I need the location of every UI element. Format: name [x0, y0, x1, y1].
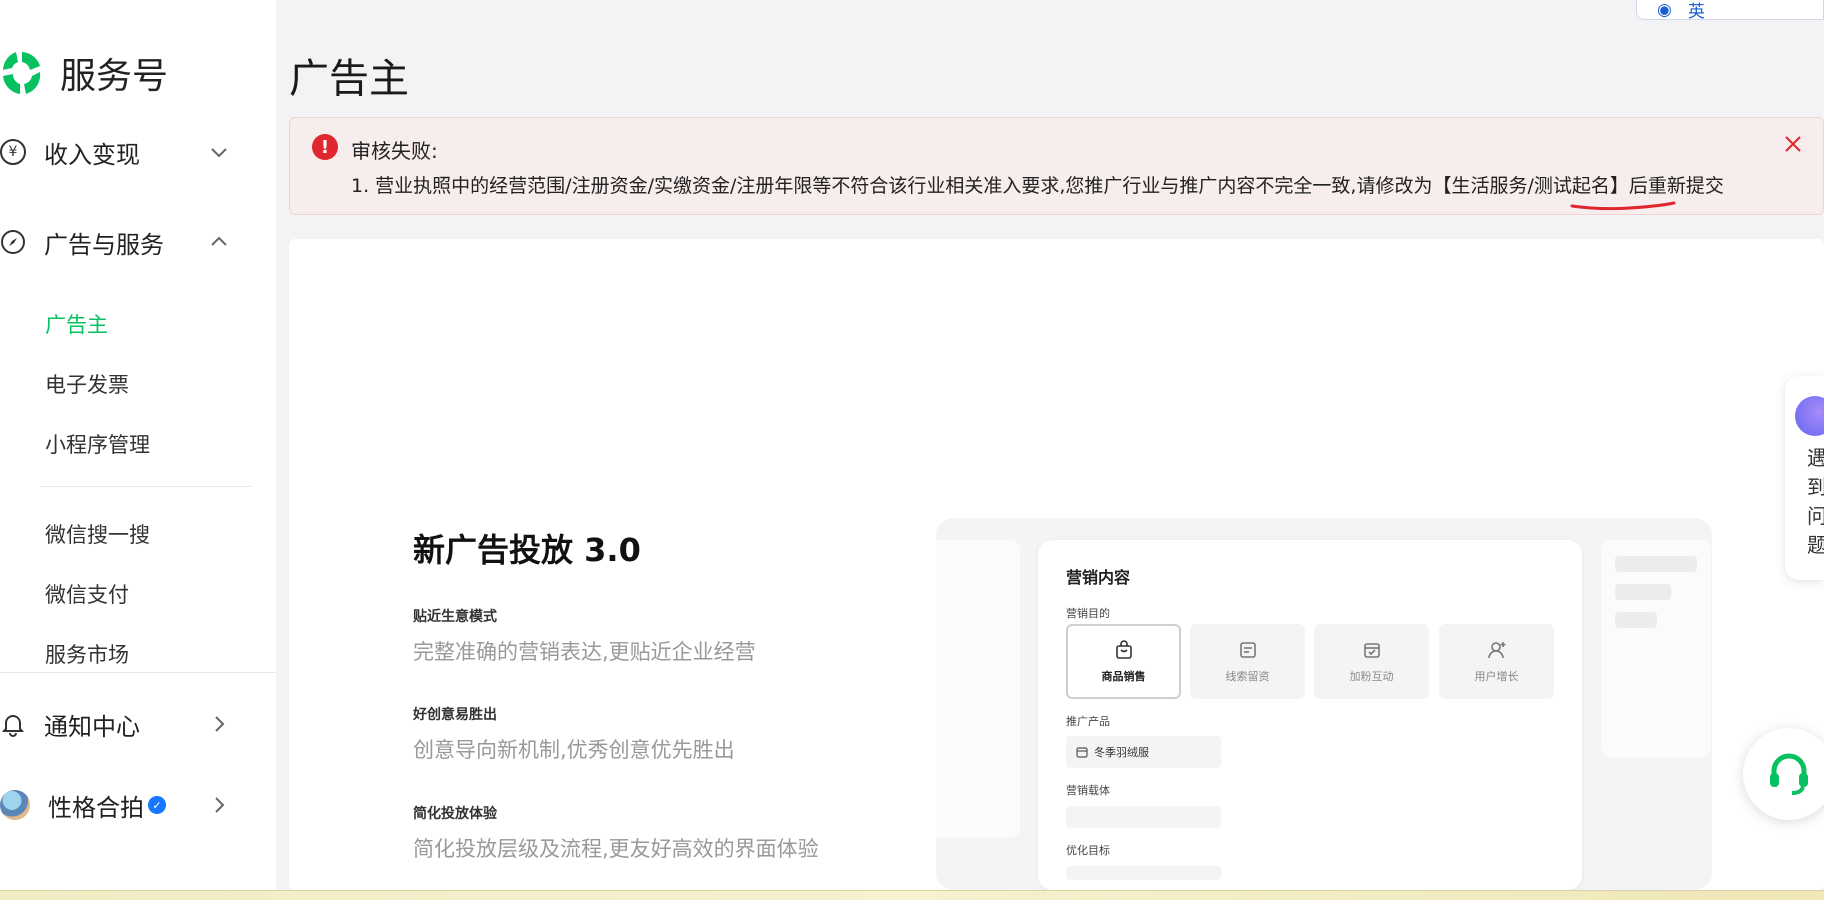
bell-icon — [1, 715, 25, 737]
ime-logo-icon: ◉ — [1657, 0, 1672, 20]
account-name: 性格合拍 — [48, 793, 144, 822]
optimize-field[interactable] — [1066, 866, 1221, 880]
calendar-check-icon — [1363, 642, 1380, 658]
placeholder-bar — [1615, 584, 1671, 600]
sidebar-item-miniprogram[interactable]: 小程序管理 — [45, 429, 150, 459]
carrier-label: 营销载体 — [1066, 784, 1110, 797]
customer-service-button[interactable] — [1743, 728, 1824, 820]
preview-left-panel — [936, 540, 1020, 838]
optimize-label: 优化目标 — [1066, 844, 1110, 857]
logo-text: 服务号 — [60, 56, 169, 97]
taskbar — [0, 890, 1824, 900]
goal-label-text: 用户增长 — [1474, 669, 1519, 683]
feature-desc: 创意导向新机制,优秀创意优先胜出 — [413, 738, 735, 762]
sidebar-item-einvoice[interactable]: 电子发票 — [45, 369, 129, 399]
goal-fan-interaction[interactable]: 加粉互动 — [1314, 624, 1429, 699]
page-title: 广告主 — [289, 56, 409, 102]
goal-label-text: 线索留资 — [1225, 669, 1270, 683]
preview-right-panel — [1601, 540, 1711, 758]
product-icon — [1076, 747, 1088, 758]
sidebar-item-service-market[interactable]: 服务市场 — [45, 639, 129, 669]
annotation-underline — [1570, 201, 1676, 211]
sidebar-item-wechat-search[interactable]: 微信搜一搜 — [45, 519, 150, 549]
sidebar-item-wechat-pay[interactable]: 微信支付 — [45, 579, 129, 609]
product-value: 冬季羽绒服 — [1094, 746, 1149, 759]
help-floating-panel[interactable]: 遇到问题 — [1785, 376, 1824, 580]
goal-label: 营销目的 — [1066, 607, 1110, 620]
carrier-field[interactable] — [1066, 806, 1221, 828]
logo[interactable]: 服务号 — [0, 48, 168, 98]
nav-account[interactable]: 性格合拍 ✓ — [0, 785, 230, 825]
feature-desc: 完整准确的营销表达,更贴近企业经营 — [413, 640, 756, 664]
yen-circle-icon: ¥ — [0, 139, 26, 165]
nav-notify-center[interactable]: 通知中心 — [0, 704, 230, 744]
feature-title: 简化投放体验 — [413, 806, 497, 822]
close-icon[interactable] — [1781, 132, 1805, 156]
chevron-up-icon — [211, 236, 227, 246]
avatar — [0, 790, 30, 820]
assistant-icon — [1795, 396, 1824, 436]
feature-desc: 简化投放层级及流程,更友好高效的界面体验 — [413, 837, 819, 861]
goal-product-sales[interactable]: 商品销售 — [1066, 624, 1181, 699]
nav-group-income[interactable]: ¥ 收入变现 — [0, 132, 230, 172]
goal-user-growth[interactable]: 用户增长 — [1439, 624, 1554, 699]
divider — [40, 486, 252, 487]
chevron-right-icon — [215, 797, 225, 813]
ime-lang[interactable]: 英 — [1688, 0, 1705, 22]
product-label: 推广产品 — [1066, 715, 1110, 728]
error-icon: ! — [312, 134, 338, 160]
help-tip-text: 遇到问题 — [1807, 446, 1824, 557]
goal-label-text: 商品销售 — [1101, 669, 1146, 683]
sidebar-item-advertiser[interactable]: 广告主 — [45, 309, 108, 339]
feature-title: 好创意易胜出 — [413, 707, 497, 723]
shopping-bag-icon — [1115, 639, 1132, 659]
panel-title: 营销内容 — [1066, 568, 1131, 587]
nav-group-label: 广告与服务 — [44, 230, 164, 259]
headset-icon — [1770, 753, 1808, 795]
marketing-panel — [1038, 540, 1582, 890]
placeholder-bar — [1615, 556, 1697, 572]
placeholder-bar — [1615, 612, 1657, 628]
chevron-down-icon — [211, 148, 227, 158]
ime-toolbar: ◉ 英 — [1636, 0, 1824, 22]
sidebar: 服务号 ¥ 收入变现 广告与服务 广告主 电子发票 小程序管理 微信搜一搜 微信… — [0, 0, 276, 890]
product-field[interactable]: 冬季羽绒服 — [1066, 736, 1221, 768]
goal-lead-collection[interactable]: 线索留资 — [1190, 624, 1305, 699]
form-icon — [1239, 641, 1256, 658]
user-plus-icon — [1487, 641, 1505, 658]
nav-group-ads[interactable]: 广告与服务 — [0, 222, 230, 262]
promo-title: 新广告投放 3.0 — [413, 531, 641, 569]
nav-group-label: 收入变现 — [44, 140, 140, 169]
divider — [0, 672, 276, 673]
feature-title: 贴近生意模式 — [413, 609, 497, 625]
chevron-right-icon — [215, 716, 225, 732]
verified-badge-icon: ✓ — [148, 796, 166, 814]
compass-icon — [1, 230, 25, 254]
goal-label-text: 加粉互动 — [1349, 669, 1394, 683]
logo-icon — [3, 52, 41, 94]
alert-message: 1. 营业执照中的经营范围/注册资金/实缴资金/注册年限等不符合该行业相关准入要… — [351, 175, 1724, 197]
alert-title: 审核失败: — [351, 139, 438, 163]
nav-group-label: 通知中心 — [44, 712, 140, 741]
